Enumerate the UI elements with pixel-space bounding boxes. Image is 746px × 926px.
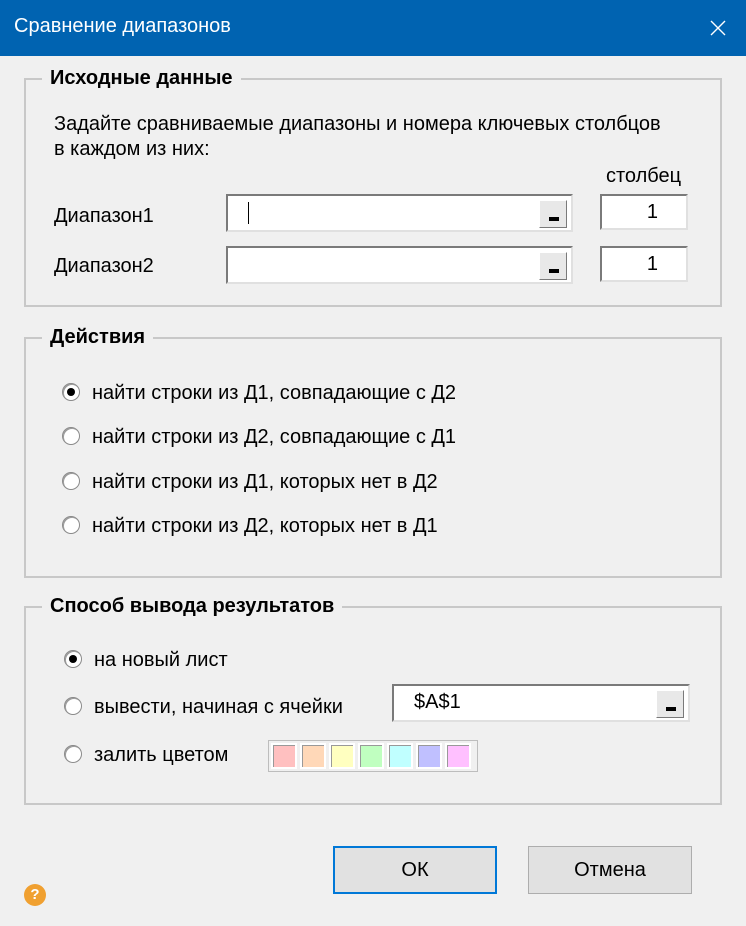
action-option-1-label[interactable]: найти строки из Д1, совпадающие с Д2	[92, 381, 456, 405]
start-cell-picker-button[interactable]	[656, 690, 684, 718]
color-swatch[interactable]	[358, 743, 384, 769]
output-group-title: Способ вывода результатов	[42, 594, 343, 618]
range2-input[interactable]	[226, 246, 573, 284]
action-option-3-label[interactable]: найти строки из Д1, которых нет в Д2	[92, 470, 438, 494]
instruction-line2: в каждом из них:	[54, 138, 210, 160]
range1-picker-button[interactable]	[539, 200, 567, 228]
help-icon[interactable]: ?	[24, 884, 46, 906]
action-option-4-radio[interactable]	[62, 516, 80, 534]
start-cell-value: $A$1	[414, 691, 461, 713]
range2-label: Диапазон2	[54, 255, 154, 277]
output-new-sheet-radio[interactable]	[64, 650, 82, 668]
close-icon	[710, 20, 726, 36]
window-title: Сравнение диапазонов	[14, 15, 231, 37]
color-swatch[interactable]	[445, 743, 471, 769]
action-option-2-radio[interactable]	[62, 427, 80, 445]
action-option-1-radio[interactable]	[62, 383, 80, 401]
actions-group-title: Действия	[42, 325, 154, 349]
color-swatch[interactable]	[300, 743, 326, 769]
color-swatch[interactable]	[329, 743, 355, 769]
instruction-line1: Задайте сравниваемые диапазоны и номера …	[54, 113, 661, 135]
output-fill-color-label[interactable]: залить цветом	[94, 743, 228, 767]
output-new-sheet-label[interactable]: на новый лист	[94, 648, 228, 672]
color-swatch[interactable]	[271, 743, 297, 769]
range1-column-input[interactable]: 1	[600, 194, 688, 230]
color-swatch[interactable]	[416, 743, 442, 769]
column-header: столбец	[606, 165, 682, 187]
output-fill-color-radio[interactable]	[64, 745, 82, 763]
ok-button[interactable]: ОК	[333, 846, 497, 894]
title-bar: Сравнение диапазонов	[0, 0, 746, 56]
color-swatch-row	[268, 740, 478, 772]
source-data-group-title: Исходные данные	[42, 66, 241, 90]
cancel-button[interactable]: Отмена	[528, 846, 692, 894]
action-option-4-label[interactable]: найти строки из Д2, которых нет в Д1	[92, 514, 438, 538]
output-start-cell-radio[interactable]	[64, 697, 82, 715]
color-swatch[interactable]	[387, 743, 413, 769]
action-option-2-label[interactable]: найти строки из Д2, совпадающие с Д1	[92, 425, 456, 449]
text-cursor	[248, 202, 249, 224]
range2-column-input[interactable]: 1	[600, 246, 688, 282]
output-start-cell-label[interactable]: вывести, начиная с ячейки	[94, 695, 343, 719]
start-cell-input[interactable]: $A$1	[392, 684, 690, 722]
close-button[interactable]	[690, 0, 746, 56]
range1-label: Диапазон1	[54, 205, 154, 227]
actions-group: Действия	[24, 325, 722, 578]
range1-input[interactable]	[226, 194, 573, 232]
action-option-3-radio[interactable]	[62, 472, 80, 490]
range2-picker-button[interactable]	[539, 252, 567, 280]
